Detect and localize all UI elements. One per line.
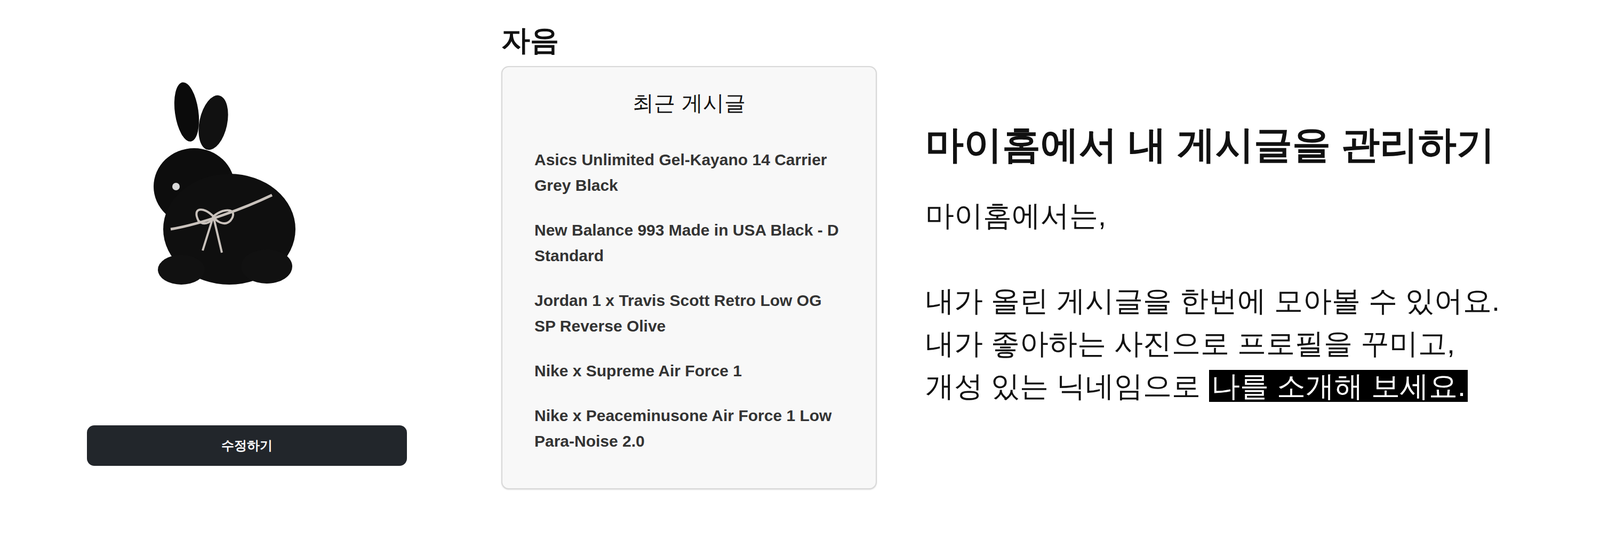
recent-post-item[interactable]: Nike x Supreme Air Force 1 [534, 358, 844, 384]
intro-line: 내가 올린 게시글을 한번에 모아볼 수 있어요. [925, 279, 1600, 323]
intro-heading: 마이홈에서 내 게시글을 관리하기 [925, 121, 1600, 168]
recent-post-item[interactable]: Jordan 1 x Travis Scott Retro Low OG SP … [534, 288, 844, 340]
recent-posts-card: 최근 게시글 Asics Unlimited Gel-Kayano 14 Carr… [501, 66, 877, 490]
nickname: 자음 [501, 21, 877, 59]
profile-bunny-image [128, 80, 299, 315]
posts-column: 자음최근 게시글 Asics Unlimited Gel-Kayano 14 Ca… [501, 0, 877, 533]
intro-line: 개성 있는 닉네임으로나를 소개해 보세요. [925, 364, 1600, 408]
recent-post-item[interactable]: Asics Unlimited Gel-Kayano 14 Carrier Gr… [534, 147, 844, 199]
intro-line: 내가 좋아하는 사진으로 프로필을 꾸미고, [925, 322, 1600, 365]
recent-post-item[interactable]: Nike x Peaceminusone Air Force 1 Low Par… [534, 403, 844, 455]
edit-button[interactable]: 수정하기 [86, 425, 407, 467]
profile-column: 수정하기 [0, 0, 502, 533]
intro-opening: 마이홈에서는, [925, 194, 1600, 237]
recent-post-item[interactable]: New Balance 993 Made in USA Black - D St… [534, 217, 844, 269]
intro-column: 마이홈에서 내 게시글을 관리하기마이홈에서는, 내가 올린 게시글을 한번에 모… [876, 0, 1600, 533]
page: 수정하기 자음최근 게시글 Asics Unlimited Gel-Kayano 1… [0, 0, 1600, 533]
intro-paragraph: 마이홈에서는, 내가 올린 게시글을 한번에 모아볼 수 있어요.내가 좋아하는 … [925, 194, 1600, 408]
intro-highlight: 나를 소개해 보세요. [1209, 370, 1468, 403]
recent-posts-title: 최근 게시글 [534, 88, 844, 118]
